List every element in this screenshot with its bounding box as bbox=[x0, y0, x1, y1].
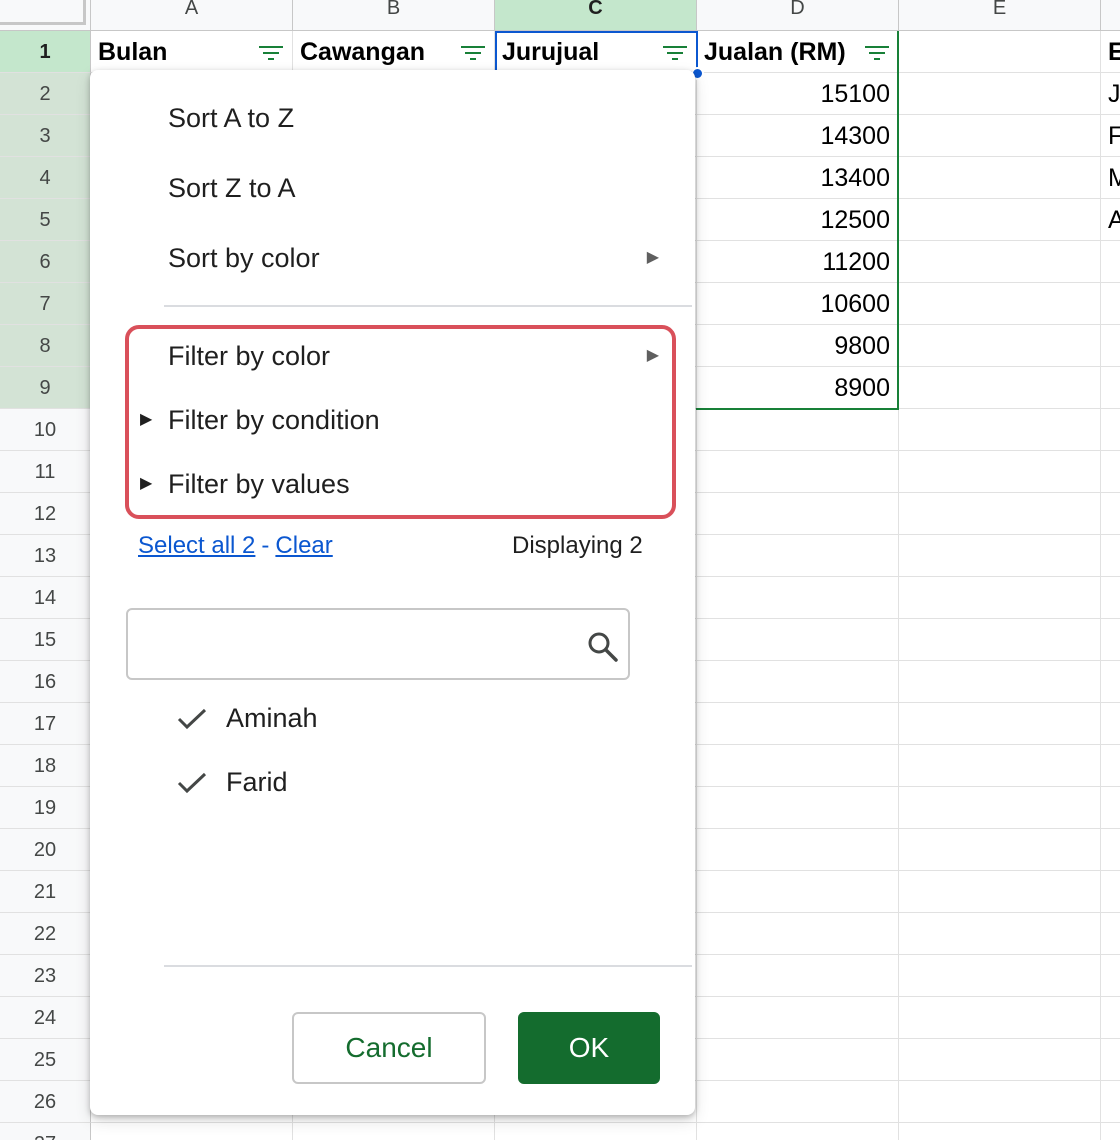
clear-link[interactable]: Clear bbox=[275, 532, 332, 559]
cell-f5-partial[interactable]: A bbox=[1100, 199, 1120, 241]
row-header-2[interactable]: 2 bbox=[0, 73, 91, 115]
sort-a-to-z-label: Sort A to Z bbox=[168, 103, 295, 133]
row-header-9[interactable]: 9 bbox=[0, 367, 91, 409]
column-header-e[interactable]: E bbox=[899, 0, 1101, 31]
cell-d5[interactable]: 12500 bbox=[697, 199, 898, 241]
cell-f3-partial[interactable]: F bbox=[1100, 115, 1120, 157]
grid-column-line bbox=[898, 31, 899, 1140]
select-all-link[interactable]: Select all 2 bbox=[138, 532, 255, 559]
filter-by-condition-item[interactable]: ▶ Filter by condition bbox=[90, 390, 695, 450]
cell-d8[interactable]: 9800 bbox=[697, 325, 898, 367]
header-text-e-partial: E bbox=[1108, 38, 1120, 66]
search-icon[interactable] bbox=[586, 630, 620, 664]
cell-d7[interactable]: 10600 bbox=[697, 283, 898, 325]
row-header-13[interactable]: 13 bbox=[0, 535, 91, 577]
filter-icon[interactable] bbox=[865, 46, 889, 60]
row-header-21[interactable]: 21 bbox=[0, 871, 91, 913]
row-header-27[interactable]: 27 bbox=[0, 1123, 91, 1140]
sort-by-color-item[interactable]: Sort by color ▶ bbox=[90, 228, 695, 288]
menu-divider bbox=[164, 965, 692, 967]
sort-z-to-a-label: Sort Z to A bbox=[168, 173, 296, 203]
filter-menu: Sort A to Z Sort Z to A Sort by color ▶ … bbox=[90, 70, 695, 1115]
row-header-12[interactable]: 12 bbox=[0, 493, 91, 535]
row-header-10[interactable]: 10 bbox=[0, 409, 91, 451]
triangle-right-icon: ▶ bbox=[646, 249, 659, 266]
ok-button[interactable]: OK bbox=[518, 1012, 660, 1084]
column-header-a[interactable]: A bbox=[91, 0, 293, 31]
values-search-box[interactable] bbox=[126, 608, 630, 680]
sort-a-to-z-item[interactable]: Sort A to Z bbox=[90, 88, 695, 148]
filter-icon[interactable] bbox=[259, 46, 283, 60]
sort-z-to-a-item[interactable]: Sort Z to A bbox=[90, 158, 695, 218]
cell-f4-partial[interactable]: M bbox=[1100, 157, 1120, 199]
row-header-14[interactable]: 14 bbox=[0, 577, 91, 619]
row-header-5[interactable]: 5 bbox=[0, 199, 91, 241]
link-separator: - bbox=[261, 532, 270, 559]
header-text-bulan: Bulan bbox=[98, 38, 168, 66]
row-header-16[interactable]: 16 bbox=[0, 661, 91, 703]
row-header-17[interactable]: 17 bbox=[0, 703, 91, 745]
value-label: Aminah bbox=[226, 703, 318, 733]
header-text-jurujual: Jurujual bbox=[502, 38, 600, 66]
row-header-20[interactable]: 20 bbox=[0, 829, 91, 871]
column-header-c[interactable]: C bbox=[495, 0, 697, 31]
row-header-26[interactable]: 26 bbox=[0, 1081, 91, 1123]
column-header-d[interactable]: D bbox=[697, 0, 899, 31]
checkmark-icon bbox=[177, 772, 207, 794]
column-header-b[interactable]: B bbox=[293, 0, 495, 31]
row-header-25[interactable]: 25 bbox=[0, 1039, 91, 1081]
cell-d4[interactable]: 13400 bbox=[697, 157, 898, 199]
row-header-1[interactable]: 1 bbox=[0, 31, 91, 73]
row-header-8[interactable]: 8 bbox=[0, 325, 91, 367]
cancel-button[interactable]: Cancel bbox=[292, 1012, 486, 1084]
filter-by-values-label: Filter by values bbox=[168, 469, 350, 499]
value-label: Farid bbox=[226, 767, 288, 797]
caret-right-icon: ▶ bbox=[140, 475, 153, 492]
value-option-farid[interactable]: Farid bbox=[176, 754, 596, 810]
select-all-corner[interactable] bbox=[0, 0, 91, 31]
row-header-23[interactable]: 23 bbox=[0, 955, 91, 997]
triangle-right-icon: ▶ bbox=[646, 347, 659, 364]
row-header-4[interactable]: 4 bbox=[0, 157, 91, 199]
cell-f2-partial[interactable]: J bbox=[1100, 73, 1120, 115]
menu-divider bbox=[164, 305, 692, 307]
row-header-24[interactable]: 24 bbox=[0, 997, 91, 1039]
column-header-f[interactable] bbox=[1101, 0, 1120, 31]
filter-icon[interactable] bbox=[663, 46, 687, 60]
filter-by-color-label: Filter by color bbox=[168, 341, 331, 371]
displaying-count: Displaying 2 bbox=[512, 532, 643, 559]
row-header-3[interactable]: 3 bbox=[0, 115, 91, 157]
header-text-cawangan: Cawangan bbox=[300, 38, 426, 66]
grid-row-line bbox=[91, 1122, 1120, 1123]
checkmark-icon bbox=[177, 708, 207, 730]
row-header-6[interactable]: 6 bbox=[0, 241, 91, 283]
values-search-input[interactable] bbox=[140, 624, 580, 664]
filter-by-values-item[interactable]: ▶ Filter by values bbox=[90, 454, 695, 514]
row-header-18[interactable]: 18 bbox=[0, 745, 91, 787]
value-option-aminah[interactable]: Aminah bbox=[176, 690, 596, 746]
cell-d3[interactable]: 14300 bbox=[697, 115, 898, 157]
caret-right-icon: ▶ bbox=[140, 411, 153, 428]
row-header-22[interactable]: 22 bbox=[0, 913, 91, 955]
cell-d9[interactable]: 8900 bbox=[697, 367, 898, 409]
row-header-15[interactable]: 15 bbox=[0, 619, 91, 661]
header-text-jualan: Jualan (RM) bbox=[704, 38, 846, 66]
select-clear-links: Select all 2- Clear bbox=[138, 532, 333, 560]
filter-by-condition-label: Filter by condition bbox=[168, 405, 380, 435]
cell-d2[interactable]: 15100 bbox=[697, 73, 898, 115]
row-header-7[interactable]: 7 bbox=[0, 283, 91, 325]
header-cell-e-partial[interactable]: E bbox=[1101, 31, 1120, 73]
filter-icon[interactable] bbox=[461, 46, 485, 60]
row-header-19[interactable]: 19 bbox=[0, 787, 91, 829]
sort-by-color-label: Sort by color bbox=[168, 243, 320, 273]
filter-by-color-item[interactable]: Filter by color ▶ bbox=[90, 326, 695, 386]
row-header-11[interactable]: 11 bbox=[0, 451, 91, 493]
cell-d6[interactable]: 11200 bbox=[697, 241, 898, 283]
